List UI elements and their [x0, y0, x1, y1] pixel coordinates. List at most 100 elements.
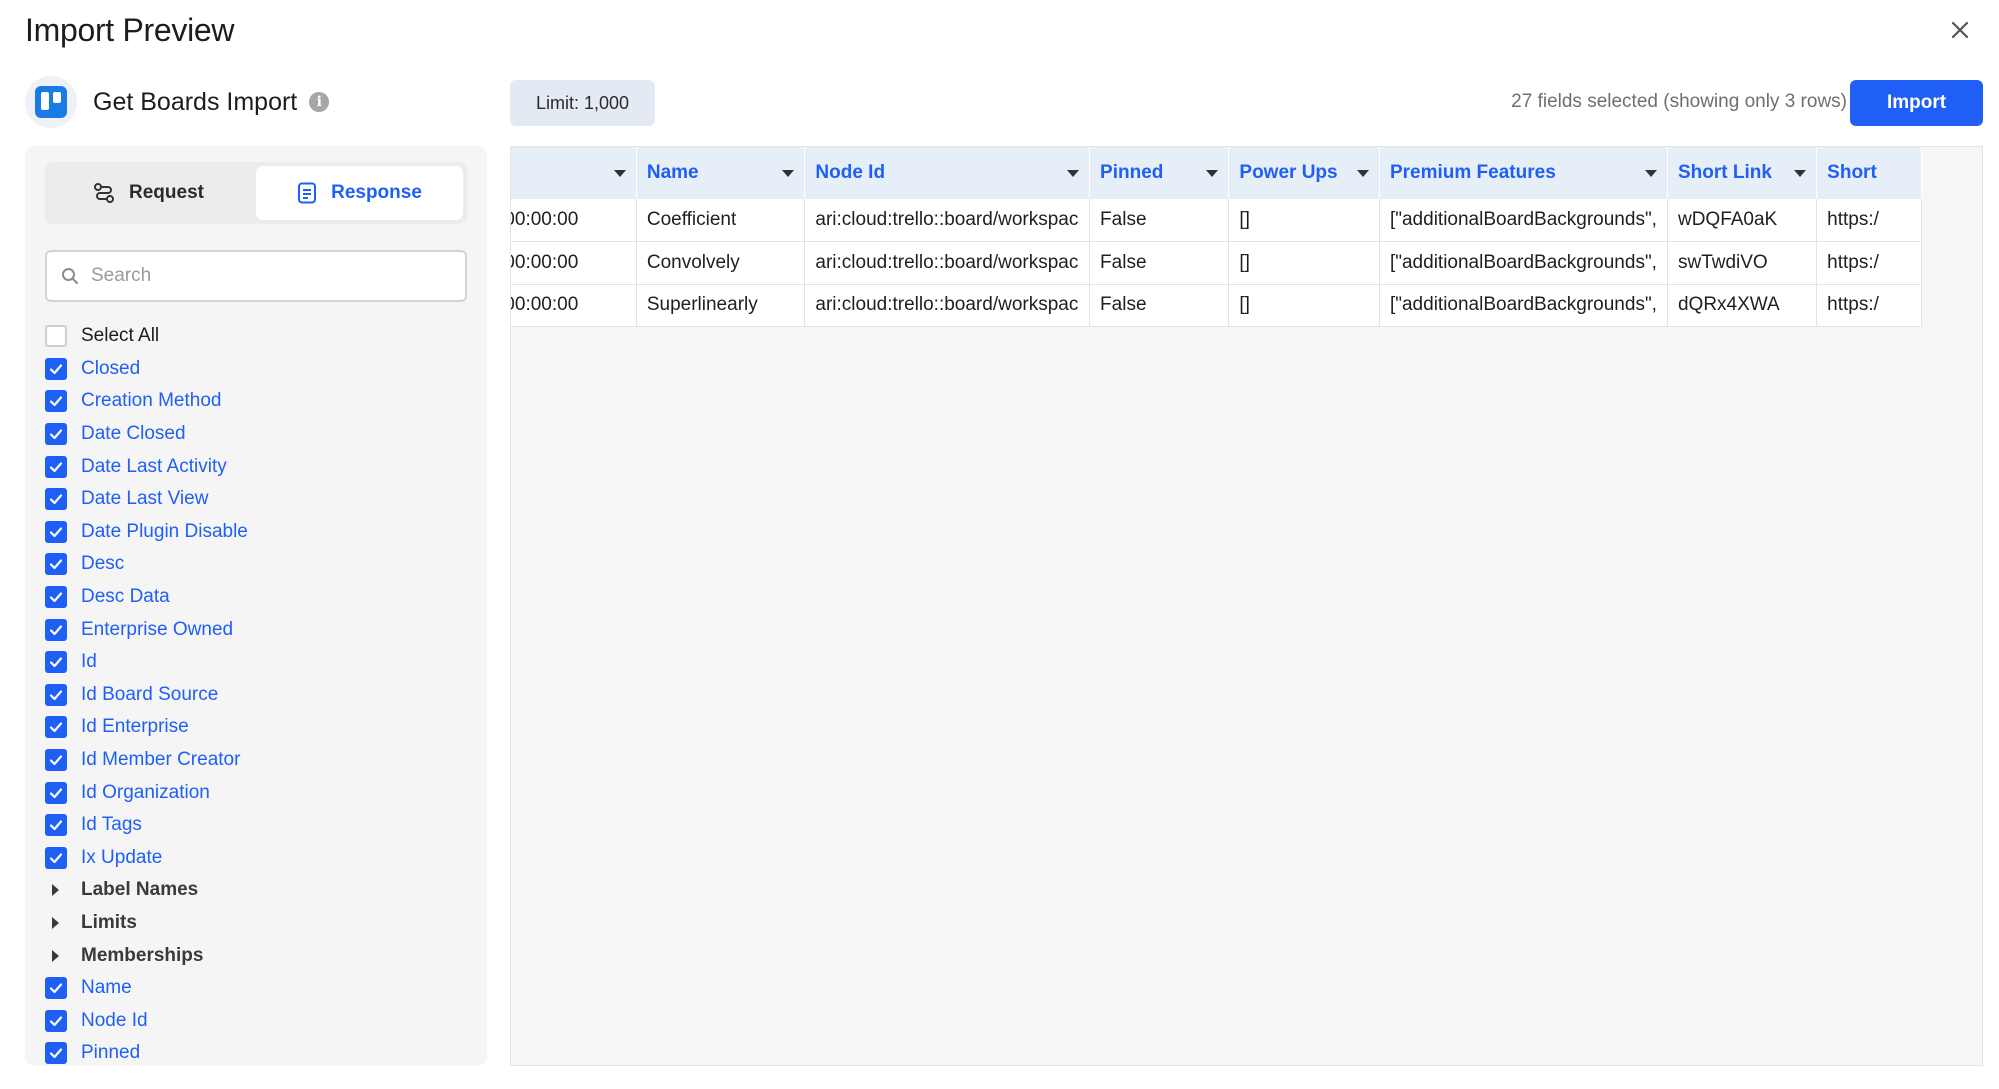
- search-input[interactable]: [91, 265, 451, 287]
- caret-down-icon[interactable]: [1356, 169, 1369, 177]
- caret-down-icon[interactable]: [1794, 169, 1807, 177]
- caret-down-icon[interactable]: [782, 169, 795, 177]
- table-cell: 1-01 00:00:00: [511, 199, 637, 242]
- import-button[interactable]: Import: [1850, 80, 1983, 126]
- field-checkbox[interactable]: [45, 1009, 67, 1032]
- caret-right-icon[interactable]: [52, 884, 59, 897]
- caret-down-icon[interactable]: [1067, 169, 1080, 177]
- field-checkbox[interactable]: [45, 423, 67, 446]
- field-checkbox-item[interactable]: Id: [45, 646, 475, 679]
- column-header[interactable]: Short Link: [1667, 147, 1818, 199]
- field-checkbox-item[interactable]: Date Closed: [45, 418, 475, 451]
- limit-badge[interactable]: Limit: 1,000: [510, 80, 655, 126]
- check-icon: [49, 527, 63, 537]
- table-cell: dQRx4XWA: [1667, 284, 1818, 327]
- field-checkbox[interactable]: [45, 977, 67, 1000]
- field-checkbox-item[interactable]: Date Plugin Disable: [45, 516, 475, 549]
- field-group-item[interactable]: Label Names: [45, 874, 475, 907]
- column-header[interactable]: Short: [1816, 147, 1922, 199]
- field-checkbox-item[interactable]: Desc: [45, 548, 475, 581]
- field-checkbox[interactable]: [45, 618, 67, 641]
- field-checkbox-item[interactable]: Date Last View: [45, 483, 475, 516]
- caret-down-icon[interactable]: [1644, 169, 1657, 177]
- field-checkbox[interactable]: [45, 488, 67, 511]
- info-icon[interactable]: i: [309, 92, 330, 112]
- field-checkbox[interactable]: [45, 455, 67, 478]
- tab-request[interactable]: Request: [45, 162, 252, 224]
- check-icon: [49, 559, 63, 570]
- field-checkbox[interactable]: [45, 716, 67, 739]
- close-button[interactable]: [1946, 16, 1974, 44]
- field-label: Id Board Source: [81, 683, 219, 705]
- table-row: 1-01 00:00:00Superlinearlyari:cloud:trel…: [511, 284, 1922, 327]
- field-checkbox-item[interactable]: Select All: [45, 320, 475, 353]
- field-checkbox-item[interactable]: Ix Update: [45, 842, 475, 875]
- column-header[interactable]: Power Ups: [1228, 147, 1380, 199]
- check-icon: [49, 1016, 63, 1026]
- field-checkbox[interactable]: [45, 814, 67, 837]
- field-label: Date Last Activity: [81, 455, 227, 477]
- caret-down-icon[interactable]: [1206, 169, 1219, 177]
- field-group-item[interactable]: Memberships: [45, 939, 475, 972]
- field-checkbox[interactable]: [45, 651, 67, 674]
- source-header: Get Boards Import i: [25, 76, 330, 128]
- field-label: Date Plugin Disable: [81, 520, 248, 542]
- field-checkbox[interactable]: [45, 357, 67, 380]
- check-icon: [49, 462, 63, 472]
- field-checkbox[interactable]: [45, 390, 67, 413]
- field-checkbox-item[interactable]: Id Member Creator: [45, 744, 475, 777]
- field-label: Date Last View: [81, 488, 209, 510]
- column-header[interactable]: Pinned: [1089, 147, 1230, 199]
- field-checkbox-item[interactable]: Name: [45, 972, 475, 1005]
- column-header[interactable]: Node Id: [804, 147, 1091, 199]
- field-checkbox[interactable]: [45, 846, 67, 869]
- field-checkbox[interactable]: [45, 1042, 67, 1065]
- column-header[interactable]: te: [511, 147, 637, 199]
- preview-table-container[interactable]: te Name Node Id Pinned Power Ups Premium Feat…: [510, 146, 1983, 1066]
- field-checkbox-item[interactable]: Desc Data: [45, 581, 475, 614]
- table-cell: []: [1228, 241, 1380, 285]
- field-checkbox-item[interactable]: Id Board Source: [45, 679, 475, 712]
- check-icon: [49, 788, 63, 798]
- field-selector-panel: Request Response Select All Closed Creatio…: [25, 146, 487, 1066]
- field-label: Label Names: [81, 879, 199, 901]
- field-checkbox-item[interactable]: Id Tags: [45, 809, 475, 842]
- field-label: Limits: [81, 911, 137, 933]
- field-label: Desc Data: [81, 586, 170, 608]
- field-checkbox-item[interactable]: Creation Method: [45, 385, 475, 418]
- field-checkbox[interactable]: [45, 520, 67, 543]
- table-cell: []: [1228, 284, 1380, 327]
- field-group-item[interactable]: Limits: [45, 907, 475, 940]
- tab-response[interactable]: Response: [256, 166, 463, 220]
- caret-right-icon[interactable]: [52, 916, 59, 929]
- table-body: 1-01 00:00:00Coefficientari:cloud:trello…: [511, 199, 1922, 327]
- table-cell: https:/: [1816, 284, 1922, 327]
- column-header[interactable]: Name: [636, 147, 806, 199]
- caret-down-icon[interactable]: [613, 169, 626, 177]
- field-checkbox[interactable]: [45, 553, 67, 576]
- check-icon: [49, 396, 63, 407]
- field-checkbox[interactable]: [45, 749, 67, 772]
- tab-request-label: Request: [129, 182, 204, 203]
- table-cell: []: [1228, 199, 1380, 242]
- table-cell: ["additionalBoardBackgrounds",: [1379, 241, 1668, 285]
- caret-right-icon[interactable]: [52, 949, 59, 962]
- table-cell: swTwdiVO: [1667, 241, 1818, 285]
- table-cell: Coefficient: [636, 199, 806, 242]
- field-checkbox-item[interactable]: Id Enterprise: [45, 711, 475, 744]
- field-checkbox-item[interactable]: Date Last Activity: [45, 450, 475, 483]
- trello-logo-icon: [25, 76, 77, 128]
- table-cell: wDQFA0aK: [1667, 199, 1818, 242]
- field-checkbox-item[interactable]: Id Organization: [45, 776, 475, 809]
- column-header[interactable]: Premium Features: [1379, 147, 1668, 199]
- check-icon: [49, 429, 63, 440]
- field-checkbox-item[interactable]: Closed: [45, 353, 475, 386]
- field-checkbox-item[interactable]: Node Id: [45, 1004, 475, 1037]
- close-icon: [1951, 21, 1969, 39]
- field-checkbox-item[interactable]: Pinned: [45, 1037, 475, 1066]
- field-checkbox[interactable]: [45, 781, 67, 804]
- field-checkbox[interactable]: [45, 325, 67, 348]
- field-checkbox[interactable]: [45, 683, 67, 706]
- field-checkbox[interactable]: [45, 586, 67, 609]
- field-checkbox-item[interactable]: Enterprise Owned: [45, 613, 475, 646]
